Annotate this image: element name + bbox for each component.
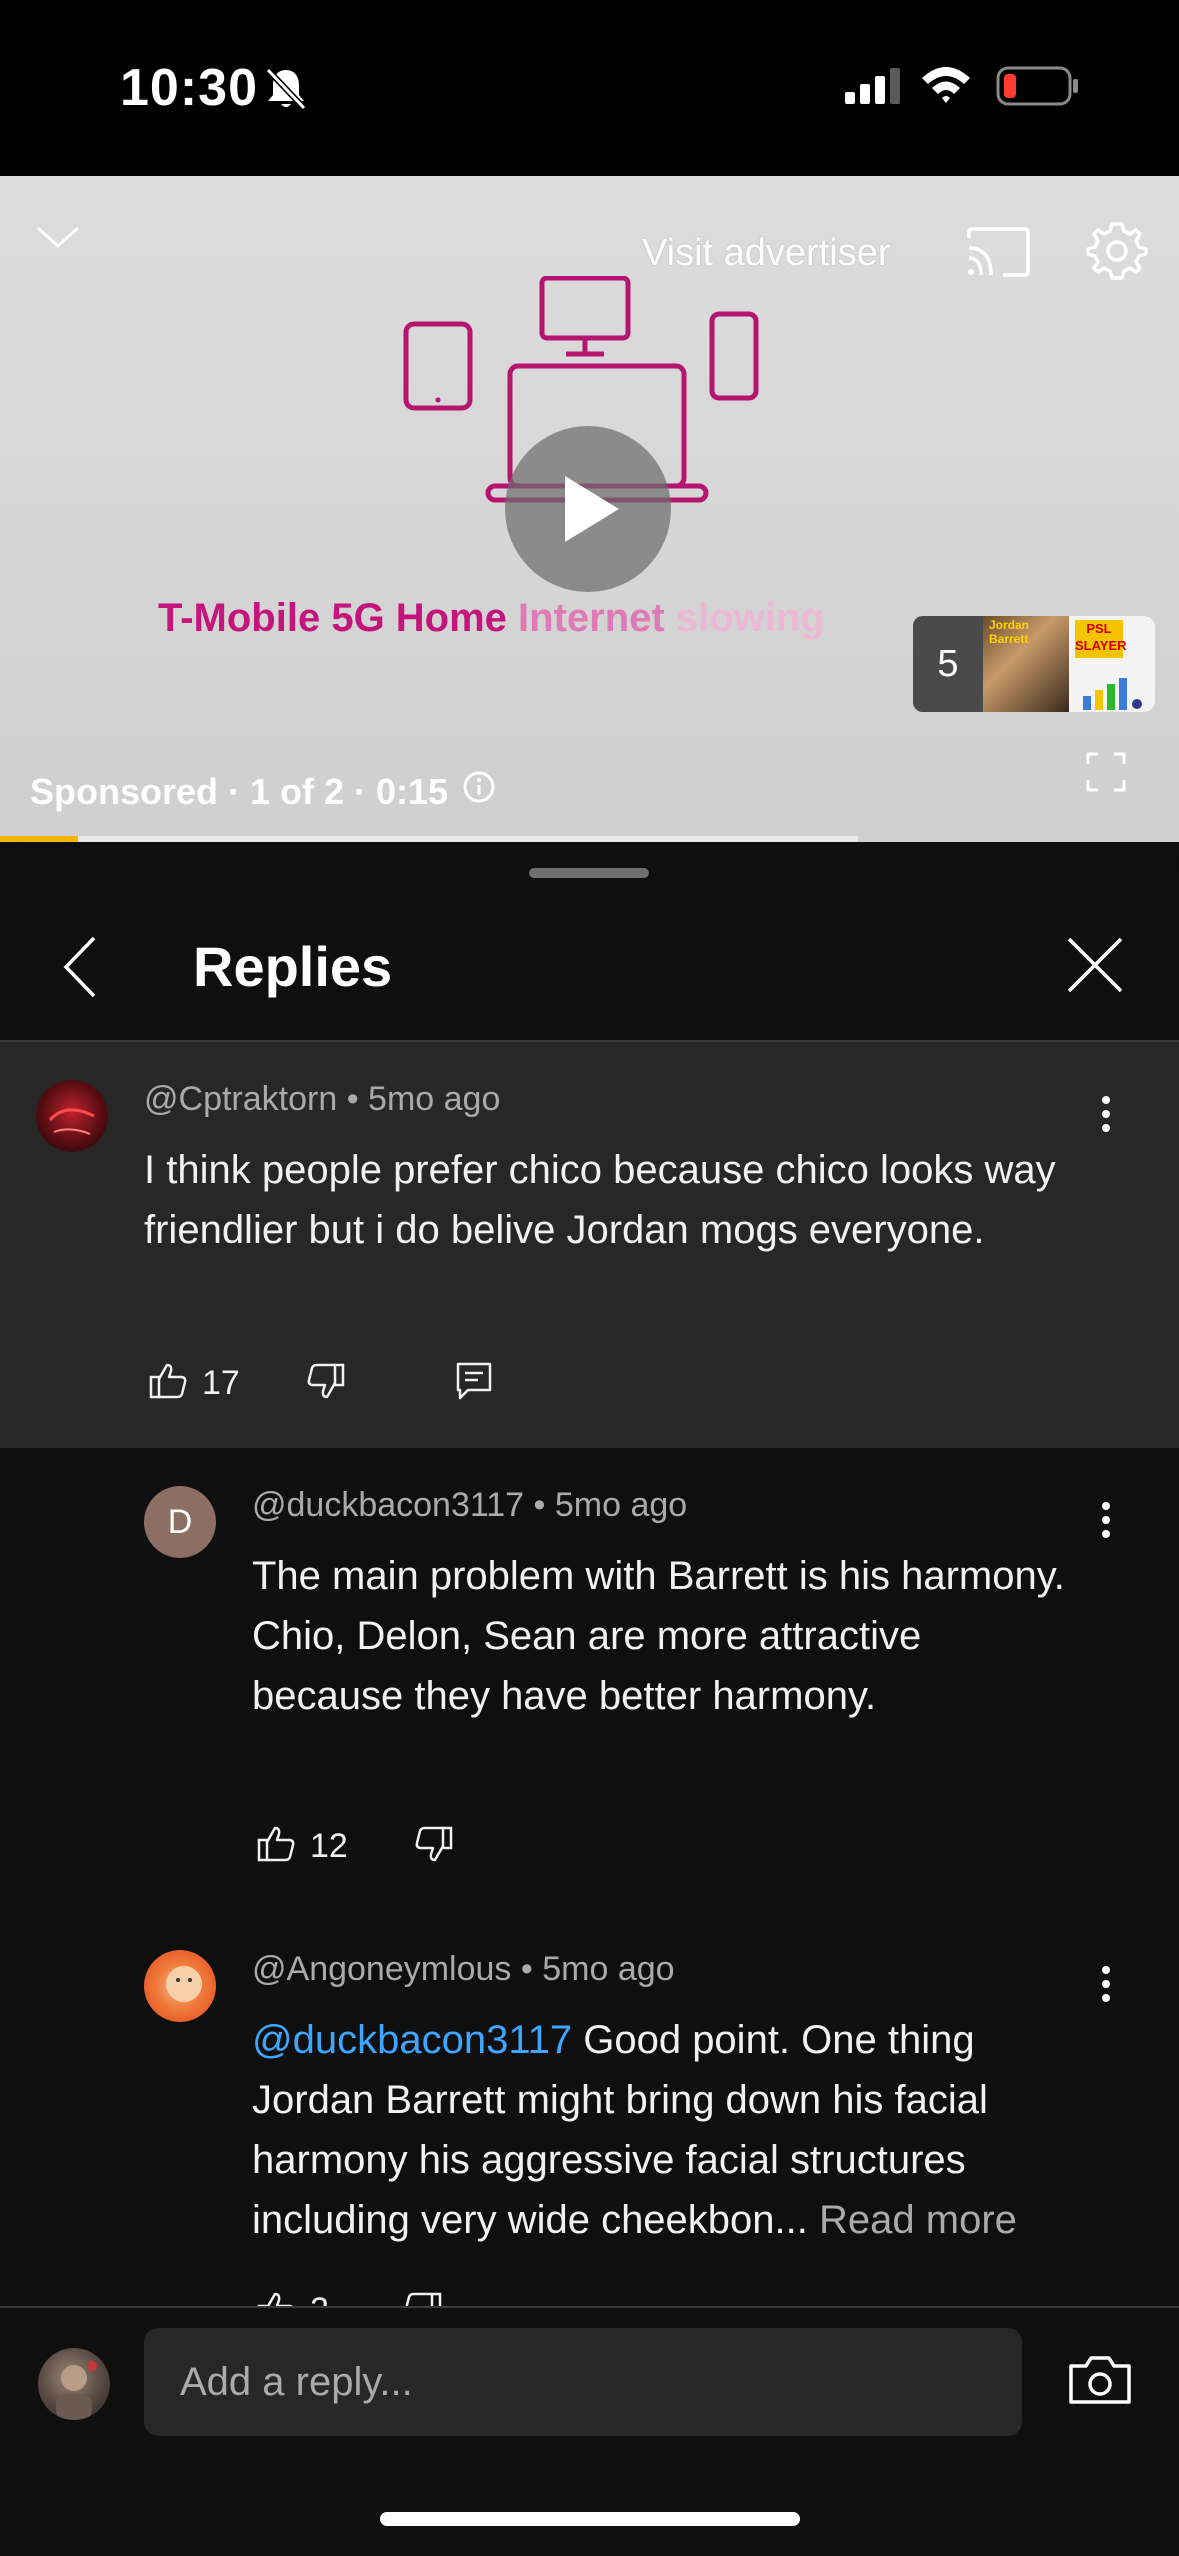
avatar-letter: D xyxy=(167,1503,193,1541)
thumbnail-caption: Jordan Barrett xyxy=(989,618,1030,646)
ad-headline-part: T-Mobile 5G Home xyxy=(158,596,519,640)
cast-icon[interactable] xyxy=(965,226,1031,283)
like-count: 12 xyxy=(310,1827,348,1865)
mention-link[interactable]: @duckbacon3117 xyxy=(252,2018,572,2062)
like-count: 17 xyxy=(202,1364,240,1402)
comment-text: The main problem with Barrett is his har… xyxy=(252,1554,1065,1718)
close-icon[interactable] xyxy=(1066,936,1124,999)
avatar[interactable]: D xyxy=(144,1486,216,1558)
like-icon[interactable] xyxy=(256,1824,296,1869)
reply-icon[interactable] xyxy=(454,1360,494,1407)
camera-icon[interactable] xyxy=(1068,2354,1132,2411)
comment-actions: 12 xyxy=(256,1824,454,1869)
avatar[interactable] xyxy=(36,1080,108,1152)
status-bar: 10:30 xyxy=(0,0,1179,176)
info-icon[interactable] xyxy=(462,770,496,813)
comment-text: I think people prefer chico because chic… xyxy=(144,1148,1056,1252)
ad-headline-part: Internet xyxy=(518,596,676,640)
home-indicator[interactable] xyxy=(380,2512,800,2526)
ad-info: Sponsored · 1 of 2 · 0:15 xyxy=(30,770,496,813)
thumbnail-image: PSL SLAYER xyxy=(1069,616,1155,712)
like-icon[interactable] xyxy=(148,1361,188,1406)
fullscreen-icon[interactable] xyxy=(1086,752,1126,797)
avatar[interactable] xyxy=(144,1950,216,2022)
comment-author[interactable]: @Angoneymlous xyxy=(252,1950,511,1988)
status-time: 10:30 xyxy=(120,59,258,117)
panel-title: Replies xyxy=(193,935,393,998)
more-options-icon[interactable] xyxy=(1098,1094,1114,1139)
play-button[interactable] xyxy=(505,426,671,592)
reply-input[interactable] xyxy=(144,2328,1022,2436)
parent-comment: @Cptraktorn • 5mo ago I think people pre… xyxy=(0,1042,1179,1448)
comment-age: 5mo ago xyxy=(542,1950,675,1988)
up-next-count: 5 xyxy=(913,616,983,712)
comment-text: @duckbacon3117 Good point. One thing Jor… xyxy=(252,2010,1102,2250)
thumbnail-image: Jordan Barrett xyxy=(983,616,1069,712)
chevron-down-icon[interactable] xyxy=(34,222,82,257)
wifi-icon xyxy=(920,64,972,109)
comment-author[interactable]: @Cptraktorn xyxy=(144,1080,337,1118)
comment-author[interactable]: @duckbacon3117 xyxy=(252,1486,524,1524)
video-player[interactable]: Visit advertiser T-Mobile 5G Home Intern… xyxy=(0,176,1179,842)
signal-icon xyxy=(845,68,903,109)
battery-low-icon xyxy=(996,66,1080,111)
read-more-link[interactable]: Read more xyxy=(819,2198,1017,2242)
ad-meta-text: Sponsored · 1 of 2 · 0:15 xyxy=(30,770,449,812)
dislike-icon[interactable] xyxy=(306,1361,346,1406)
more-options-icon[interactable] xyxy=(1098,1500,1114,1545)
comment-header: @duckbacon3117 • 5mo ago xyxy=(252,1486,688,1524)
bell-muted-icon xyxy=(262,66,310,117)
more-options-icon[interactable] xyxy=(1098,1964,1114,2009)
dislike-icon[interactable] xyxy=(414,1824,454,1869)
comment-header: @Angoneymlous • 5mo ago xyxy=(252,1950,675,1988)
drag-handle[interactable] xyxy=(529,868,649,878)
comment-age: 5mo ago xyxy=(554,1486,688,1524)
up-next-thumbnail[interactable]: 5 Jordan Barrett PSL SLAYER xyxy=(913,616,1155,712)
comment-actions: 17 xyxy=(148,1360,494,1407)
gear-icon[interactable] xyxy=(1086,220,1148,287)
comment-age: 5mo ago xyxy=(368,1080,501,1118)
avatar xyxy=(38,2348,110,2420)
ad-headline: T-Mobile 5G Home Internet slowing xyxy=(158,596,928,641)
back-arrow-icon[interactable] xyxy=(62,936,98,1003)
thumbnail-caption: PSL SLAYER xyxy=(1075,620,1127,658)
comment-header: @Cptraktorn • 5mo ago xyxy=(144,1080,501,1118)
visit-advertiser-link[interactable]: Visit advertiser xyxy=(642,232,891,275)
ad-headline-part: slowing xyxy=(675,596,825,640)
replies-panel: Replies @Cptraktorn • 5mo ago I think pe… xyxy=(0,842,1179,2556)
